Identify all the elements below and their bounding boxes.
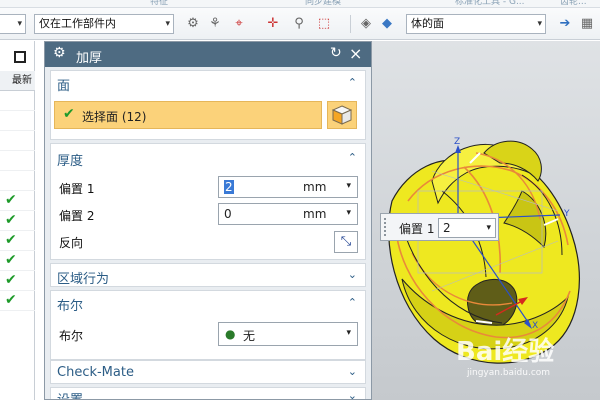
section-header-region[interactable]: 区域行为 [57,268,109,287]
selection-toolbar: ▾ 仅在工作部件内 ▾ ⚙ ⚘ ⌖ ✛ ⚲ ⬚ ◈ ◆ 体的面 ▾ ➔ ▦ [0,8,600,40]
scope-filter-value: 仅在工作部件内 [39,17,116,30]
chevron-down-icon: ▾ [165,19,170,29]
list-item[interactable]: ✔ [0,191,35,211]
onscreen-offset1-field[interactable]: 2 ▾ [438,218,496,238]
watermark-url: jingyan.baidu.com [467,368,551,378]
section-thickness: 厚度 ⌃ 偏置 1 2 mm ▾ 偏置 2 0 mm ▾ 反向 ⤡ [50,143,366,260]
chevron-up-icon[interactable]: ⌃ [348,76,357,89]
list-item[interactable] [0,131,35,151]
chevron-down-icon[interactable]: ▾ [486,223,491,233]
offset1-field[interactable]: 2 mm ▾ [218,176,358,198]
thicken-dialog: ⚙ 加厚 ↻ × 面 ⌃ ✔ 选择面 (12) 厚度 ⌃ 偏置 1 2 mm ▾ [44,41,372,400]
box-select-icon[interactable]: ⬚ [315,15,333,33]
section-header-thickness[interactable]: 厚度 [57,150,83,169]
offset2-label: 偏置 2 [59,209,95,223]
onscreen-offset1-label: 偏置 1 [399,222,435,236]
boolean-select[interactable]: ● 无 ▾ [218,322,358,346]
axis-y-label: Y [564,209,570,219]
chevron-down-icon[interactable]: ▾ [346,208,351,218]
axis-z-label: Z [454,137,461,147]
offset2-value[interactable]: 0 [224,207,232,221]
list-item[interactable]: ✔ [0,211,35,231]
onscreen-offset1-value[interactable]: 2 [443,221,451,235]
check-icon: ✔ [5,252,17,268]
chevron-down-icon[interactable]: ▾ [346,328,351,338]
list-item[interactable]: ✔ [0,251,35,271]
snap-tool-icon[interactable]: ⚙ [184,15,202,33]
offset1-label: 偏置 1 [59,182,95,196]
face-rule-value: 体的面 [411,17,444,30]
chevron-down-icon: ▾ [537,19,542,29]
list-item[interactable]: ✔ [0,291,35,311]
boolean-label: 布尔 [59,329,84,343]
list-item[interactable] [0,151,35,171]
section-header-checkmate[interactable]: Check-Mate [57,365,134,380]
face-select-button[interactable] [327,101,357,129]
list-item[interactable]: ✔ [0,231,35,251]
part-navigator-panel: 最新 ✔ ✔ ✔ ✔ ✔ ✔ [0,41,35,400]
boolean-value: 无 [243,329,256,343]
check-icon: ✔ [5,212,17,228]
chevron-down-icon[interactable]: ⌄ [348,389,357,399]
arrow-right-icon[interactable]: ➔ [556,15,574,33]
graphics-viewport[interactable]: Z Y X 偏置 1 2 ▾ Bai经验 jingyan.baidu.com [372,41,600,400]
flip-arrows-icon: ⤡ [340,234,352,249]
filter-tool-icon[interactable]: ⚘ [206,15,224,33]
chevron-up-icon[interactable]: ⌃ [348,151,357,164]
face-cube-icon [331,105,353,125]
offset1-onscreen-input[interactable]: 偏置 1 2 ▾ [380,213,499,241]
crosshair-icon[interactable]: ✛ [264,15,282,33]
ribbon-group-labels-strip: 特征 同步建模 标准化工具 - G... 齿轮... [0,0,600,8]
select-face-label: 选择面 (12) [82,110,147,124]
section-header-boolean[interactable]: 布尔 [57,295,83,314]
chevron-down-icon[interactable]: ⌄ [348,268,357,281]
gear-icon[interactable]: ⚙ [53,45,66,61]
scope-filter-select[interactable]: 仅在工作部件内 ▾ [34,14,174,34]
check-icon: ✔ [5,292,17,308]
select-face-row[interactable]: ✔ 选择面 (12) [54,101,322,129]
chevron-down-icon[interactable]: ⌄ [348,365,357,378]
section-region: 区域行为 ⌄ [50,263,366,287]
offset2-field[interactable]: 0 mm ▾ [218,203,358,225]
solid-body-icon[interactable]: ◆ [378,15,396,33]
face-rule-select[interactable]: 体的面 ▾ [406,14,546,34]
section-face: 面 ⌃ ✔ 选择面 (12) [50,70,366,140]
check-icon: ✔ [5,232,17,248]
offset1-unit: mm [303,180,327,194]
chevron-down-icon[interactable]: ▾ [346,181,351,191]
dialog-title-bar[interactable]: ⚙ 加厚 ↻ × [45,42,371,67]
grid-icon[interactable]: ▦ [578,15,596,33]
filter-select-left[interactable]: ▾ [0,14,26,34]
dialog-title: 加厚 [76,51,103,66]
list-item[interactable] [0,111,35,131]
check-icon: ✔ [63,106,75,122]
offset2-unit: mm [303,207,327,221]
check-icon: ✔ [5,192,17,208]
section-header-settings[interactable]: 设置 [57,389,83,399]
check-icon: ✔ [5,272,17,288]
section-header-face[interactable]: 面 [57,75,70,94]
pin-icon[interactable]: ⚲ [290,15,308,33]
window-icon[interactable] [14,51,26,63]
column-header-latest: 最新 [0,71,35,91]
list-item[interactable] [0,171,35,191]
drag-grip-icon[interactable] [384,218,387,236]
eraser-icon[interactable]: ◈ [357,15,375,33]
boolean-none-icon: ● [225,327,236,341]
watermark-logo: Bai经验 [456,337,555,367]
list-item[interactable] [0,91,35,111]
reverse-label: 反向 [59,236,84,250]
reverse-direction-button[interactable]: ⤡ [334,231,358,253]
axis-x-label: X [532,321,539,331]
chevron-up-icon[interactable]: ⌃ [348,296,357,309]
close-icon[interactable]: × [349,44,362,63]
point-select-icon[interactable]: ⌖ [230,15,248,33]
section-checkmate: Check-Mate ⌄ [50,360,366,384]
section-boolean: 布尔 ⌃ 布尔 ● 无 ▾ [50,290,366,360]
reset-icon[interactable]: ↻ [330,45,342,61]
section-settings: 设置 ⌄ [50,387,366,399]
offset1-value[interactable]: 2 [224,180,234,194]
list-item[interactable]: ✔ [0,271,35,291]
